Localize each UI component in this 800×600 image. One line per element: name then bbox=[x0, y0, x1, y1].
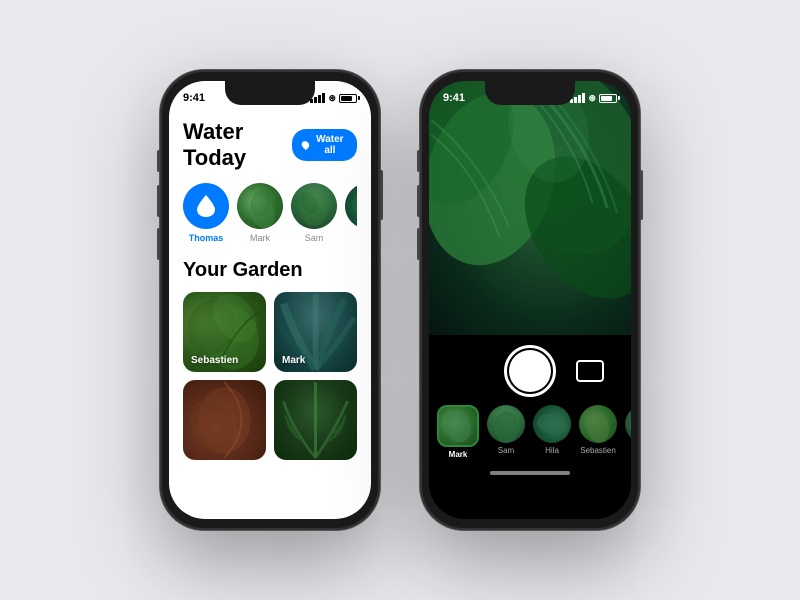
shutter-button[interactable] bbox=[504, 345, 556, 397]
hila-avatar bbox=[345, 183, 357, 229]
water-today-header: Water Today Water all bbox=[183, 119, 357, 171]
garden-card-sebastien[interactable]: Sebastien bbox=[183, 292, 266, 372]
battery-icon bbox=[339, 94, 357, 103]
notch bbox=[225, 81, 315, 105]
left-phone-screen: 9:41 ⊛ Water Today bbox=[169, 81, 371, 519]
garden-card-4[interactable] bbox=[274, 380, 357, 460]
status-icons-right: ⊛ bbox=[570, 93, 617, 104]
cam-sam-label: Sam bbox=[498, 446, 514, 455]
camera-plant-view bbox=[429, 81, 631, 335]
cam-plant-mark[interactable]: Mark bbox=[437, 405, 479, 459]
left-phone: 9:41 ⊛ Water Today bbox=[160, 70, 380, 530]
status-time: 9:41 bbox=[183, 92, 205, 104]
cam-mark-label: Mark bbox=[449, 450, 468, 459]
scene: 9:41 ⊛ Water Today bbox=[0, 0, 800, 600]
camera-viewfinder bbox=[429, 81, 631, 335]
cam-plant-sam[interactable]: Sam bbox=[487, 405, 525, 459]
water-drop-icon bbox=[197, 195, 215, 217]
cam-sam-thumb bbox=[487, 405, 525, 443]
plants-row: Thomas Mark bbox=[183, 183, 357, 243]
plant-avatar-mark[interactable]: Mark bbox=[237, 183, 283, 243]
garden-grid: Sebastien Mark bbox=[183, 292, 357, 460]
sam-label: Sam bbox=[305, 233, 324, 243]
cam-hila-thumb bbox=[533, 405, 571, 443]
leaf-decoration bbox=[237, 183, 283, 229]
battery-icon-right bbox=[599, 94, 617, 103]
hila-cam-leaf bbox=[533, 405, 571, 443]
sam-cam-leaf bbox=[487, 405, 525, 443]
sebastien-cam-leaf bbox=[579, 405, 617, 443]
right-phone: 9:41 ⊛ bbox=[420, 70, 640, 530]
right-phone-screen: 9:41 ⊛ bbox=[429, 81, 631, 519]
cam-sebastien-label: Sebastien bbox=[580, 446, 616, 455]
cam-mark-thumb bbox=[437, 405, 479, 447]
drop-icon bbox=[300, 140, 310, 150]
cam-plant-thor[interactable]: Thor bbox=[625, 405, 631, 459]
camera-plants-row: Mark Sam bbox=[429, 405, 631, 459]
garden-card-bg-3 bbox=[183, 380, 266, 460]
cam-plant-sebastien[interactable]: Sebastien bbox=[579, 405, 617, 459]
thomas-avatar bbox=[183, 183, 229, 229]
garden-card-3[interactable] bbox=[183, 380, 266, 460]
plant-avatar-hila[interactable]: Hila bbox=[345, 183, 357, 243]
status-icons: ⊛ bbox=[310, 93, 357, 104]
thor-cam-leaf bbox=[625, 405, 631, 443]
cam-plant-hila[interactable]: Hila bbox=[533, 405, 571, 459]
thomas-label: Thomas bbox=[189, 233, 224, 243]
home-indicator bbox=[490, 471, 570, 475]
fern-leaves bbox=[274, 380, 357, 460]
cam-sebastien-thumb bbox=[579, 405, 617, 443]
shutter-inner bbox=[509, 350, 551, 392]
status-time-right: 9:41 bbox=[443, 92, 465, 104]
cam-hila-label: Hila bbox=[545, 446, 559, 455]
mark-avatar bbox=[237, 183, 283, 229]
colorful-leaves bbox=[183, 380, 266, 460]
garden-title: Your Garden bbox=[183, 259, 357, 282]
plant-avatar-sam[interactable]: Sam bbox=[291, 183, 337, 243]
leaf-decoration bbox=[291, 183, 337, 229]
wifi-icon-right: ⊛ bbox=[588, 93, 596, 104]
card-label-mark: Mark bbox=[282, 355, 305, 366]
photo-library-button[interactable] bbox=[576, 360, 604, 382]
mark-cam-leaf bbox=[439, 407, 477, 445]
screen-content: Water Today Water all Thomas bbox=[169, 111, 371, 519]
sam-avatar bbox=[291, 183, 337, 229]
shutter-row bbox=[429, 345, 631, 397]
camera-controls: Mark Sam bbox=[429, 335, 631, 519]
page-title: Water Today bbox=[183, 119, 292, 171]
notch-right bbox=[485, 81, 575, 105]
mark-label: Mark bbox=[250, 233, 270, 243]
card-label-sebastien: Sebastien bbox=[191, 355, 238, 366]
water-all-button[interactable]: Water all bbox=[292, 129, 357, 161]
cam-thor-thumb bbox=[625, 405, 631, 443]
garden-card-mark[interactable]: Mark bbox=[274, 292, 357, 372]
wifi-icon: ⊛ bbox=[328, 93, 336, 104]
plant-avatar-thomas[interactable]: Thomas bbox=[183, 183, 229, 243]
garden-card-bg-4 bbox=[274, 380, 357, 460]
leaf-decoration bbox=[345, 183, 357, 229]
